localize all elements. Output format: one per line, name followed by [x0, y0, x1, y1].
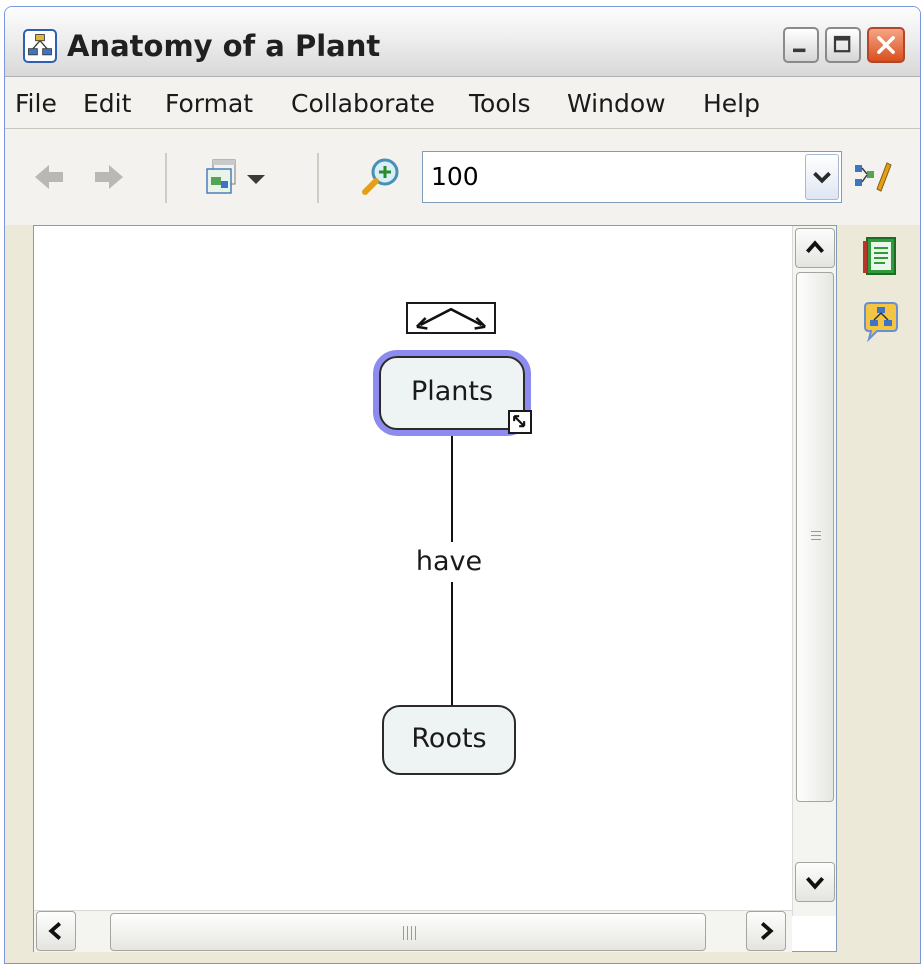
scroll-right-button[interactable] [746, 911, 786, 951]
back-arrow-icon[interactable] [29, 157, 69, 197]
close-button[interactable] [867, 27, 905, 63]
menu-bar: File Edit Format Collaborate Tools Windo… [5, 77, 920, 129]
scroll-down-button[interactable] [795, 862, 835, 902]
zoom-level-value[interactable]: 100 [431, 162, 479, 191]
menu-help[interactable]: Help [703, 89, 760, 118]
collaboration-icon[interactable] [861, 301, 901, 343]
scroll-left-button[interactable] [36, 911, 76, 951]
properties-icon[interactable] [851, 157, 893, 197]
new-map-icon[interactable] [201, 157, 241, 197]
title-bar[interactable]: Anatomy of a Plant [5, 7, 920, 77]
app-window: Anatomy of a Plant File Edit Format Coll… [4, 6, 921, 964]
menu-tools[interactable]: Tools [469, 89, 531, 118]
scroll-up-button[interactable] [795, 228, 835, 268]
zoom-icon[interactable] [361, 157, 401, 197]
concept-map-icon [23, 29, 57, 63]
toolbar-separator [165, 153, 167, 203]
dropdown-arrow-icon[interactable] [243, 157, 269, 197]
resize-handle-icon[interactable] [508, 410, 532, 434]
toolbar: 100 [5, 129, 920, 225]
horizontal-scroll-thumb[interactable] [110, 913, 706, 951]
maximize-button[interactable] [825, 27, 861, 63]
menu-window[interactable]: Window [567, 89, 666, 118]
link-creation-handle[interactable] [406, 302, 496, 334]
linking-phrase-have[interactable]: have [404, 542, 494, 582]
notes-icon[interactable] [861, 235, 901, 277]
zoom-level-combobox[interactable]: 100 [422, 151, 842, 203]
window-title: Anatomy of a Plant [67, 29, 381, 63]
forward-arrow-icon[interactable] [89, 157, 129, 197]
concept-roots[interactable]: Roots [382, 705, 516, 775]
concept-map-canvas[interactable]: Plants have Roots [33, 225, 837, 952]
menu-edit[interactable]: Edit [83, 89, 131, 118]
concept-plants[interactable]: Plants [379, 356, 525, 430]
horizontal-scrollbar[interactable] [34, 910, 792, 952]
chevron-down-icon[interactable] [805, 154, 839, 200]
menu-collaborate[interactable]: Collaborate [291, 89, 435, 118]
vertical-scroll-thumb[interactable] [796, 272, 834, 802]
menu-file[interactable]: File [15, 89, 57, 118]
minimize-button[interactable] [783, 27, 819, 63]
menu-format[interactable]: Format [165, 89, 253, 118]
vertical-scrollbar[interactable] [792, 226, 836, 916]
toolbar-separator [317, 153, 319, 203]
